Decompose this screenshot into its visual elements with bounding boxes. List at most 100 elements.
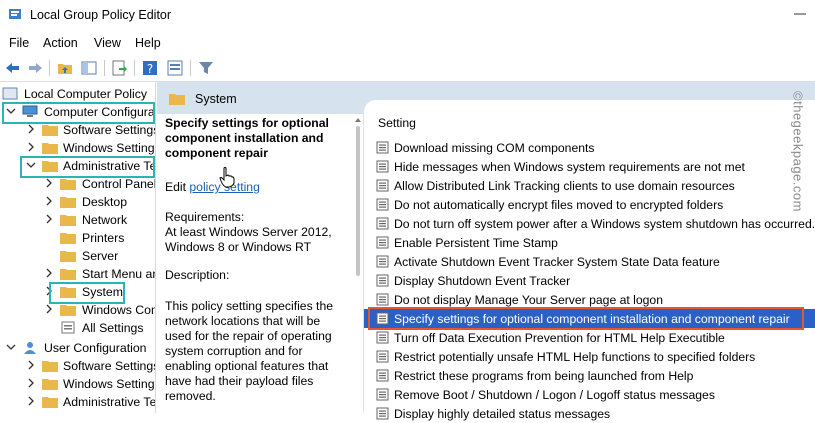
- highlight-computer-configuration: [2, 102, 155, 124]
- setting-label: Do not turn off system power after a Win…: [394, 217, 815, 231]
- back-arrow-icon[interactable]: [4, 59, 22, 77]
- policy-setting-icon: [376, 350, 389, 363]
- highlight-system: [49, 282, 125, 304]
- tree-label: User Configuration: [44, 341, 147, 355]
- folder-icon: [60, 179, 76, 190]
- properties-icon[interactable]: [166, 59, 184, 77]
- tree-label: Desktop: [82, 195, 128, 209]
- setting-row[interactable]: Enable Persistent Time Stamp: [364, 233, 815, 252]
- toolbar-separator: [104, 60, 105, 76]
- setting-row[interactable]: Remove Boot / Shutdown / Logon / Logoff …: [364, 385, 815, 404]
- filter-icon[interactable]: [197, 59, 215, 77]
- forward-arrow-icon[interactable]: [26, 59, 44, 77]
- tree-item-user-windows-settings[interactable]: Windows Settings: [0, 375, 155, 393]
- setting-label: Restrict these programs from being launc…: [394, 369, 694, 383]
- setting-row[interactable]: Allow Distributed Link Tracking clients …: [364, 176, 815, 195]
- policy-setting-icon: [376, 236, 389, 249]
- chevron-right-icon[interactable]: [44, 214, 54, 224]
- tree-item-server[interactable]: Server: [0, 247, 155, 265]
- chevron-right-icon[interactable]: [44, 178, 54, 188]
- setting-row[interactable]: Do not automatically encrypt files moved…: [364, 195, 815, 214]
- highlight-administrative-templates: [20, 156, 155, 178]
- pane-title: System: [195, 92, 237, 106]
- svg-text:?: ?: [147, 62, 153, 76]
- tree-item-user-configuration[interactable]: User Configuration: [0, 339, 155, 357]
- policy-setting-icon: [376, 141, 389, 154]
- chevron-right-icon[interactable]: [44, 268, 54, 278]
- chevron-right-icon[interactable]: [44, 196, 54, 206]
- folder-icon: [42, 379, 58, 390]
- edit-line: Edit policy setting: [165, 180, 349, 195]
- group-policy-app-icon: [9, 9, 21, 19]
- setting-row[interactable]: Display highly detailed status messages: [364, 404, 815, 423]
- chevron-right-icon[interactable]: [26, 396, 36, 406]
- minimize-icon[interactable]: [790, 4, 810, 24]
- toolbar-separator: [134, 60, 135, 76]
- setting-row[interactable]: Display Shutdown Event Tracker: [364, 271, 815, 290]
- policy-setting-icon: [376, 217, 389, 230]
- folder-icon: [169, 94, 185, 105]
- description-text: This policy setting specifies the networ…: [165, 299, 333, 403]
- tree-item-start-menu[interactable]: Start Menu and Taskbar: [0, 265, 155, 283]
- scroll-thumb[interactable]: [356, 126, 360, 276]
- tree-item-all-settings[interactable]: All Settings: [0, 319, 155, 337]
- chevron-right-icon[interactable]: [26, 142, 36, 152]
- menu-view[interactable]: View: [94, 36, 121, 50]
- setting-row[interactable]: Activate Shutdown Event Tracker System S…: [364, 252, 815, 271]
- setting-label: Download missing COM components: [394, 141, 595, 155]
- tree-item-network[interactable]: Network: [0, 211, 155, 229]
- folder-icon: [60, 251, 76, 262]
- folder-icon: [42, 361, 58, 372]
- setting-row[interactable]: Do not turn off system power after a Win…: [364, 214, 815, 233]
- user-icon: [24, 342, 36, 354]
- chevron-down-icon[interactable]: [6, 342, 16, 352]
- menu-action[interactable]: Action: [43, 36, 78, 50]
- details-pane: System Specify settings for optional com…: [157, 82, 815, 421]
- policy-title: Specify settings for optional component …: [165, 116, 329, 160]
- scroll-up-icon[interactable]: [354, 116, 362, 124]
- hand-cursor-icon: [219, 167, 235, 188]
- show-hide-tree-icon[interactable]: [80, 59, 98, 77]
- folder-icon: [60, 233, 76, 244]
- tree-label: Software Settings: [63, 123, 156, 137]
- up-folder-icon[interactable]: [56, 59, 74, 77]
- policy-setting-icon: [376, 407, 389, 420]
- help-icon[interactable]: ?: [141, 59, 159, 77]
- menu-file[interactable]: File: [9, 36, 29, 50]
- chevron-right-icon[interactable]: [26, 378, 36, 388]
- chevron-right-icon[interactable]: [44, 304, 54, 314]
- toolbar-separator: [190, 60, 191, 76]
- tree-item-user-software-settings[interactable]: Software Settings: [0, 357, 155, 375]
- tree-item-desktop[interactable]: Desktop: [0, 193, 155, 211]
- description-scrollbar[interactable]: [353, 114, 363, 413]
- setting-row[interactable]: Turn off Data Execution Prevention for H…: [364, 328, 815, 347]
- edit-prefix: Edit: [165, 180, 187, 194]
- tree-label: Server: [82, 249, 119, 263]
- window-title: Local Group Policy Editor: [30, 8, 172, 22]
- chevron-right-icon[interactable]: [26, 124, 36, 134]
- tree-item-printers[interactable]: Printers: [0, 229, 155, 247]
- setting-row[interactable]: Hide messages when Windows system requir…: [364, 157, 815, 176]
- menu-help[interactable]: Help: [135, 36, 161, 50]
- policy-setting-icon: [376, 274, 389, 287]
- folder-icon: [60, 269, 76, 280]
- folder-icon: [60, 197, 76, 208]
- menu-bar: File Action View Help: [0, 32, 815, 54]
- tree-item-user-administrative-templates[interactable]: Administrative Templates: [0, 393, 155, 411]
- tree-label: Printers: [82, 231, 125, 245]
- setting-label: Enable Persistent Time Stamp: [394, 236, 558, 250]
- tree-item-local-computer-policy[interactable]: Local Computer Policy: [0, 85, 155, 103]
- tree-item-windows-settings[interactable]: Windows Settings: [0, 139, 155, 157]
- setting-row[interactable]: Download missing COM components: [364, 138, 815, 157]
- requirements-text: At least Windows Server 2012, Windows 8 …: [165, 225, 332, 254]
- setting-label: Do not automatically encrypt files moved…: [394, 198, 724, 212]
- export-list-icon[interactable]: [110, 59, 128, 77]
- folder-icon: [60, 305, 76, 316]
- policy-setting-icon: [376, 331, 389, 344]
- setting-row[interactable]: Restrict potentially unsafe HTML Help fu…: [364, 347, 815, 366]
- column-header-setting[interactable]: Setting: [378, 116, 416, 130]
- tree-label: Local Computer Policy: [24, 87, 148, 101]
- chevron-right-icon[interactable]: [26, 360, 36, 370]
- setting-row[interactable]: Restrict these programs from being launc…: [364, 366, 815, 385]
- highlight-selected-setting: [368, 307, 804, 330]
